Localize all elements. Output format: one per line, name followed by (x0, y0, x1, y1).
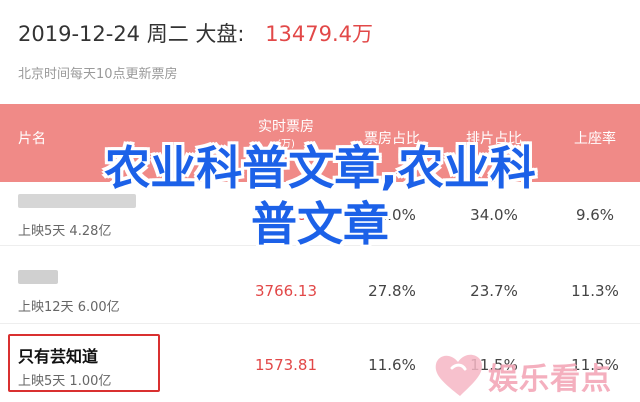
column-realtime-label: 实时票房 (258, 119, 314, 135)
release-days: 上映12天 (18, 300, 74, 315)
table-row[interactable]: 上映12天 6.00亿 3766.13 27.8% 23.7% 11.3% (0, 258, 640, 324)
realtime-gross: 1573.81 (254, 356, 318, 374)
heart-logo-icon (435, 354, 482, 396)
highlight-box (8, 334, 160, 392)
weekday-text: 周二 (146, 22, 189, 46)
movie-name-redacted (18, 270, 58, 284)
market-label: 大盘: (195, 22, 245, 46)
realtime-gross: 3766.13 (254, 282, 318, 300)
release-info: 上映12天 6.00亿 (18, 296, 120, 315)
market-total: 13479.4万 (265, 22, 374, 46)
overlay-line-2: 普文章 (251, 197, 389, 251)
overlay-title: 农业科普文章,农业科 普文章 (0, 140, 640, 252)
watermark-text: 娱乐看点 (488, 362, 612, 397)
box-office-share: 11.6% (368, 356, 416, 374)
watermark: 娱乐看点 (432, 346, 640, 402)
date-text: 2019-12-24 (18, 22, 141, 46)
update-note: 北京时间每天10点更新票房 (18, 67, 178, 82)
overlay-line-1: 农业科普文章,农业科 (104, 141, 536, 195)
date-market-line: 2019-12-24 周二 大盘: 13479.4万 (18, 18, 373, 48)
box-office-share: 27.8% (368, 282, 416, 300)
total-gross: 6.00亿 (77, 300, 120, 315)
schedule-share: 23.7% (470, 282, 518, 300)
seat-rate: 11.3% (571, 282, 619, 300)
summary-header: 2019-12-24 周二 大盘: 13479.4万 北京时间每天10点更新票房 (0, 0, 640, 104)
